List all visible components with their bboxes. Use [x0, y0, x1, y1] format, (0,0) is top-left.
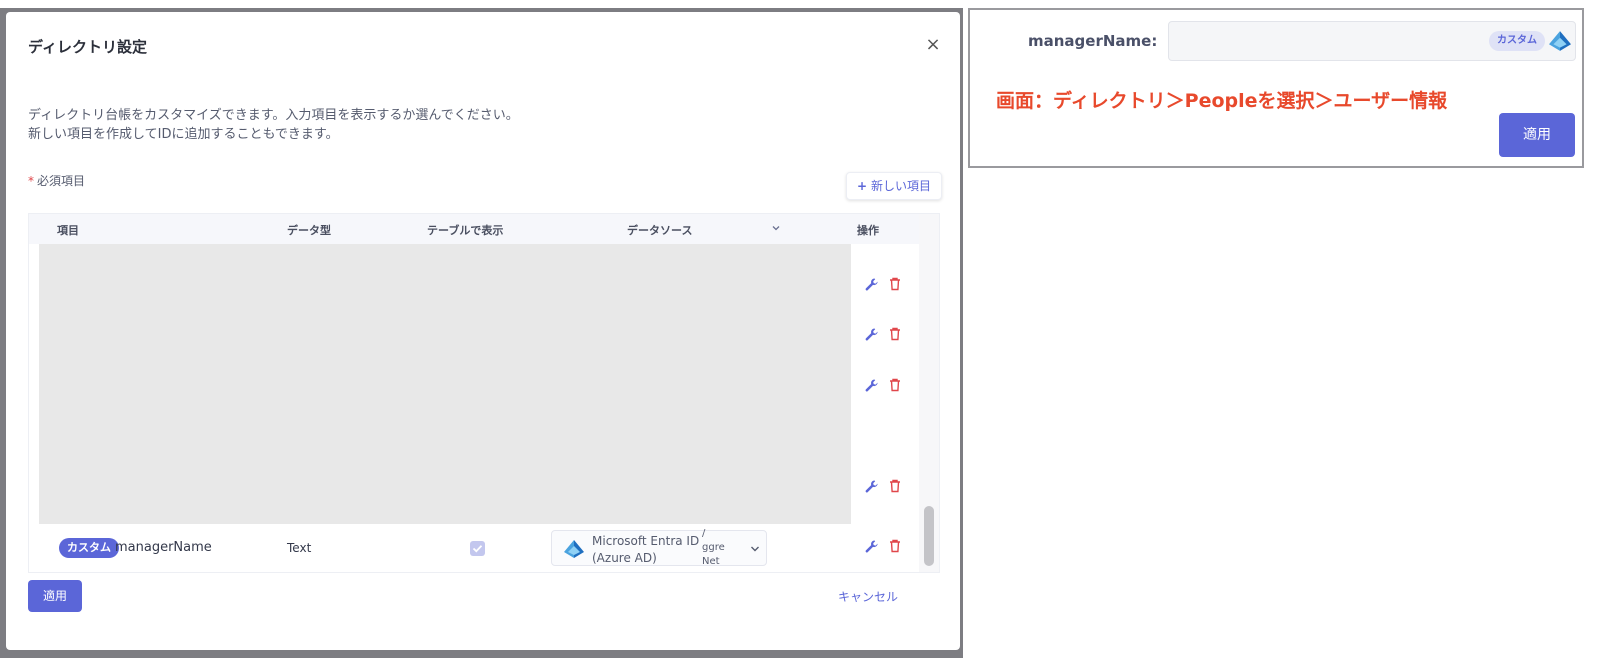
- data-source-extra-1: /: [702, 528, 706, 539]
- wrench-icon[interactable]: [864, 378, 880, 394]
- check-icon: [472, 545, 483, 553]
- table-scrollbar[interactable]: [919, 214, 939, 572]
- table-row: カスタム managerName Text Microsoft Entra ID…: [29, 524, 919, 572]
- column-header-data-source: データソース: [627, 224, 693, 237]
- trash-icon[interactable]: [889, 378, 901, 392]
- required-note: * 必須項目: [28, 172, 85, 189]
- field-name: managerName: [115, 540, 212, 555]
- manager-name-input[interactable]: カスタム: [1168, 21, 1576, 61]
- screen-path-note: 画面：ディレクトリ＞Peopleを選択＞ユーザー情報: [996, 90, 1448, 112]
- directory-settings-modal: ディレクトリ設定 × ディレクトリ台帳をカスタマイズできます。入力項目を表示する…: [6, 12, 960, 650]
- modal-description: ディレクトリ台帳をカスタマイズできます。入力項目を表示するか選んでください。 新…: [28, 106, 519, 144]
- custom-badge: カスタム: [59, 538, 119, 558]
- data-source-line-2: (Azure AD): [592, 551, 657, 565]
- data-source-extra-3: Net: [702, 556, 720, 567]
- description-line-1: ディレクトリ台帳をカスタマイズできます。入力項目を表示するか選んでください。: [28, 108, 519, 123]
- trash-icon[interactable]: [889, 277, 901, 291]
- trash-icon[interactable]: [889, 327, 901, 341]
- scrollbar-thumb[interactable]: [924, 506, 934, 566]
- column-header-data-type: データ型: [287, 224, 331, 237]
- redacted-rows-area: [39, 244, 851, 524]
- field-data-type: Text: [287, 541, 312, 555]
- wrench-icon[interactable]: [864, 327, 880, 343]
- data-source-extra-2: ggre: [702, 542, 725, 553]
- row-actions: [864, 277, 904, 295]
- data-source-text: Microsoft Entra ID (Azure AD): [592, 533, 699, 567]
- trash-icon[interactable]: [889, 539, 901, 553]
- data-source-line-1: Microsoft Entra ID: [592, 534, 700, 548]
- row-actions: [864, 479, 904, 497]
- column-header-show-in-table: テーブルで表示: [427, 224, 504, 237]
- apply-button[interactable]: 適用: [28, 580, 82, 612]
- description-line-2: 新しい項目を作成してIDに追加することもできます。: [28, 127, 339, 142]
- row-actions: [864, 539, 904, 557]
- required-star: *: [28, 174, 34, 188]
- show-in-table-checkbox[interactable]: [470, 541, 485, 556]
- new-item-button[interactable]: + 新しい項目: [846, 172, 942, 200]
- column-header-actions: 操作: [857, 224, 879, 237]
- trash-icon[interactable]: [889, 479, 901, 493]
- close-button[interactable]: ×: [924, 36, 942, 54]
- wrench-icon[interactable]: [864, 479, 880, 495]
- table-header: 項目 データ型 テーブルで表示 データソース 操作: [29, 214, 919, 244]
- custom-badge: カスタム: [1489, 31, 1545, 51]
- chevron-down-icon[interactable]: [771, 223, 781, 233]
- plus-icon: +: [856, 179, 868, 193]
- user-info-preview-panel: managerName: カスタム 画面：ディレクトリ＞Peopleを選択＞ユー…: [968, 8, 1584, 168]
- cancel-button[interactable]: キャンセル: [838, 588, 898, 605]
- azure-ad-icon: [1549, 31, 1571, 51]
- row-actions: [864, 327, 904, 345]
- column-header-item: 項目: [57, 224, 79, 237]
- data-source-extra-text: / ggre Net: [702, 527, 725, 569]
- panel-apply-button[interactable]: 適用: [1499, 113, 1575, 157]
- required-label: 必須項目: [37, 174, 86, 188]
- row-actions: [864, 378, 904, 396]
- modal-title: ディレクトリ設定: [28, 38, 147, 56]
- new-item-label: 新しい項目: [871, 179, 932, 193]
- manager-name-label: managerName:: [1028, 32, 1158, 50]
- azure-ad-icon: [564, 540, 584, 558]
- chevron-down-icon: [751, 546, 759, 552]
- data-source-select[interactable]: Microsoft Entra ID (Azure AD) / ggre Net: [551, 527, 767, 569]
- wrench-icon[interactable]: [864, 539, 880, 555]
- wrench-icon[interactable]: [864, 277, 880, 293]
- fields-table: 項目 データ型 テーブルで表示 データソース 操作 カスタム managerNa…: [28, 213, 940, 573]
